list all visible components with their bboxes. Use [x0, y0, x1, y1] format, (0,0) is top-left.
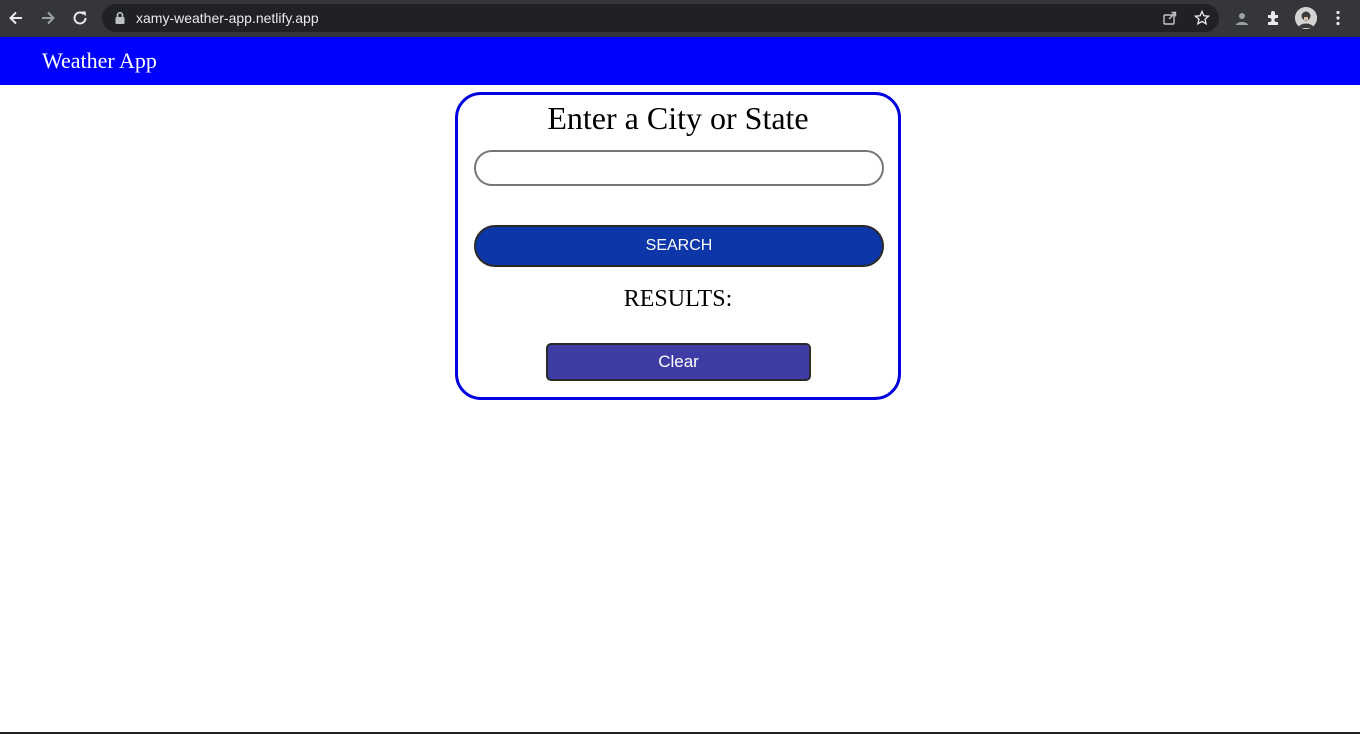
address-bar[interactable]: xamy-weather-app.netlify.app [102, 4, 1219, 32]
page-title: Enter a City or State [547, 100, 809, 136]
share-icon[interactable] [1162, 10, 1178, 26]
profile-avatar-icon [1295, 7, 1317, 29]
reload-button[interactable] [68, 6, 92, 30]
search-card: Enter a City or State SEARCH RESULTS: Cl… [455, 92, 901, 400]
arrow-right-icon [42, 11, 55, 25]
avatar[interactable] [1295, 7, 1317, 29]
app-brand[interactable]: Weather App [42, 47, 157, 75]
kebab-menu-icon[interactable] [1329, 9, 1347, 27]
reload-icon [73, 11, 87, 25]
star-icon[interactable] [1194, 10, 1210, 26]
search-input[interactable] [474, 150, 884, 186]
puzzle-icon[interactable] [1265, 9, 1283, 27]
url-text[interactable]: xamy-weather-app.netlify.app [136, 9, 319, 27]
arrow-left-icon [9, 11, 22, 25]
forward-button[interactable] [36, 6, 60, 30]
clear-button[interactable]: Clear [546, 343, 811, 381]
app-navbar: Weather App [0, 37, 1360, 85]
lock-icon [115, 11, 125, 24]
search-button[interactable]: SEARCH [474, 225, 884, 267]
back-button[interactable] [4, 6, 28, 30]
browser-toolbar: xamy-weather-app.netlify.app [0, 0, 1360, 37]
incognito-icon[interactable] [1233, 9, 1251, 27]
results-label: RESULTS: [623, 286, 733, 312]
